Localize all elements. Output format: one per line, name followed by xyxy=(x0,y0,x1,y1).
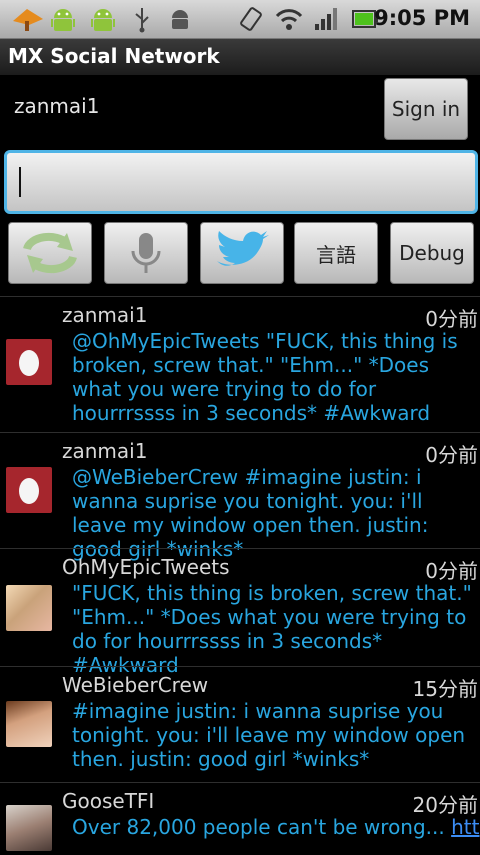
refresh-button[interactable] xyxy=(8,222,92,284)
signal-icon xyxy=(312,3,340,35)
photo-avatar xyxy=(6,805,52,851)
egg-avatar xyxy=(6,339,52,385)
rotate-icon xyxy=(236,3,266,35)
tweet-username[interactable]: WeBieberCrew xyxy=(62,673,208,697)
tweet-username[interactable]: OhMyEpicTweets xyxy=(62,555,230,579)
voice-input-button[interactable] xyxy=(104,222,188,284)
android-debug-icon xyxy=(166,3,194,35)
twitter-bird-icon xyxy=(217,231,269,266)
tweet-text: "FUCK, this thing is broken, screw that.… xyxy=(72,581,472,677)
tweet-time: 0分前 xyxy=(425,443,478,467)
tweet-row[interactable]: OhMyEpicTweets 0分前 "FUCK, this thing is … xyxy=(0,548,480,677)
tweet-username[interactable]: zanmai1 xyxy=(62,439,147,463)
tweet-row[interactable]: zanmai1 0分前 @OhMyEpicTweets "FUCK, this … xyxy=(0,296,480,433)
account-username: zanmai1 xyxy=(14,94,100,118)
sign-in-button[interactable]: Sign in xyxy=(384,78,468,140)
tweet-time: 15分前 xyxy=(412,677,478,701)
photo-avatar xyxy=(6,701,52,747)
tweet-time: 0分前 xyxy=(425,559,478,583)
egg-avatar xyxy=(6,467,52,513)
tweet-username[interactable]: GooseTFI xyxy=(62,789,154,813)
tweet-input[interactable] xyxy=(4,150,478,214)
tweet-text: #imagine justin: i wanna suprise you ton… xyxy=(72,699,466,771)
twitter-button[interactable] xyxy=(200,222,284,284)
tweet-link[interactable]: http:// xyxy=(451,815,480,839)
language-button[interactable]: 言語 xyxy=(294,222,378,284)
tweet-text: @OhMyEpicTweets "FUCK, this thing is bro… xyxy=(72,329,458,425)
usb-icon xyxy=(130,3,154,35)
microphone-icon xyxy=(131,233,161,273)
app-title: MX Social Network xyxy=(8,44,220,68)
clock: 9:05 PM xyxy=(374,6,470,30)
tweet-time: 20分前 xyxy=(412,793,478,817)
tweet-text: @WeBieberCrew #imagine justin: i wanna s… xyxy=(72,465,429,561)
flower-icon xyxy=(10,3,46,35)
tweet-time: 0分前 xyxy=(425,307,478,331)
tweet-row[interactable]: GooseTFI 20分前 Over 82,000 people can't b… xyxy=(0,782,480,855)
tweet-text-content: Over 82,000 people can't be wrong... xyxy=(72,815,452,839)
tweet-row[interactable]: WeBieberCrew 15分前 #imagine justin: i wan… xyxy=(0,666,480,783)
text-caret xyxy=(19,167,21,197)
tweet-text: Over 82,000 people can't be wrong... htt… xyxy=(72,815,480,839)
photo-avatar xyxy=(6,585,52,631)
refresh-icon xyxy=(23,232,77,274)
android-icon xyxy=(46,3,80,35)
android-icon xyxy=(86,3,120,35)
tweet-username[interactable]: zanmai1 xyxy=(62,303,147,327)
app-title-bar: MX Social Network xyxy=(0,39,480,75)
tweet-row[interactable]: zanmai1 0分前 @WeBieberCrew #imagine justi… xyxy=(0,432,480,561)
debug-button[interactable]: Debug xyxy=(390,222,474,284)
wifi-icon xyxy=(274,3,304,35)
status-bar: 9:05 PM xyxy=(0,0,480,39)
